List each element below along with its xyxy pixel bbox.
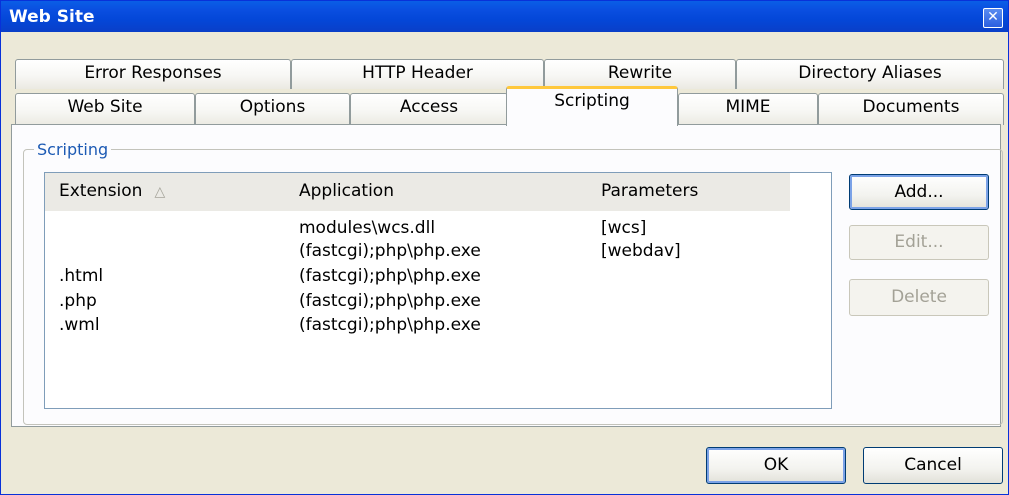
- column-header-extension[interactable]: Extension △: [59, 181, 165, 201]
- tab-label: Error Responses: [84, 63, 222, 83]
- list-item[interactable]: modules\wcs.dll [wcs]: [45, 218, 831, 241]
- cell-extension: .wml: [59, 315, 100, 335]
- tab-options[interactable]: Options: [195, 93, 350, 125]
- tab-error-responses[interactable]: Error Responses: [15, 59, 291, 89]
- tab-label: Access: [399, 97, 459, 117]
- tab-http-header[interactable]: HTTP Header: [291, 59, 544, 89]
- tab-label: HTTP Header: [362, 63, 473, 83]
- cell-extension: .html: [59, 266, 104, 286]
- tab-web-site[interactable]: Web Site: [15, 93, 195, 125]
- tab-label: MIME: [725, 97, 771, 117]
- dialog-window: Web Site ✕ Error Responses HTTP Header R…: [0, 0, 1009, 495]
- tab-label: Web Site: [67, 97, 143, 117]
- list-item[interactable]: (fastcgi);php\php.exe [webdav]: [45, 241, 831, 264]
- cancel-button[interactable]: Cancel: [863, 447, 1003, 484]
- tab-label: Options: [239, 97, 306, 117]
- cell-application: modules\wcs.dll: [299, 218, 436, 238]
- scripting-list[interactable]: Extension △ Application Parameters module…: [44, 172, 832, 409]
- close-icon[interactable]: ✕: [983, 8, 1003, 28]
- ok-button[interactable]: OK: [706, 447, 846, 484]
- list-header: Extension △ Application Parameters: [45, 173, 790, 211]
- cell-application: (fastcgi);php\php.exe: [299, 315, 481, 335]
- tab-rewrite[interactable]: Rewrite: [544, 59, 736, 89]
- cell-application: (fastcgi);php\php.exe: [299, 291, 481, 311]
- tab-label: Scripting: [554, 91, 630, 111]
- window-title: Web Site: [9, 7, 95, 27]
- cell-parameters: [wcs]: [601, 218, 647, 238]
- list-item[interactable]: .php (fastcgi);php\php.exe: [45, 291, 831, 314]
- tab-documents[interactable]: Documents: [818, 93, 1004, 125]
- column-label: Extension: [59, 181, 143, 201]
- add-button[interactable]: Add...: [849, 174, 989, 210]
- cell-parameters: [webdav]: [601, 241, 681, 261]
- cell-application: (fastcgi);php\php.exe: [299, 266, 481, 286]
- tab-mime[interactable]: MIME: [678, 93, 818, 125]
- list-item[interactable]: .html (fastcgi);php\php.exe: [45, 266, 831, 289]
- tab-label: Directory Aliases: [798, 63, 942, 83]
- group-label: Scripting: [34, 140, 112, 159]
- delete-button[interactable]: Delete: [849, 279, 989, 316]
- tab-directory-aliases[interactable]: Directory Aliases: [736, 59, 1004, 89]
- cell-application: (fastcgi);php\php.exe: [299, 241, 481, 261]
- column-header-application[interactable]: Application: [299, 181, 394, 201]
- sort-ascending-icon: △: [154, 184, 166, 200]
- tab-scripting[interactable]: Scripting: [506, 86, 678, 126]
- cell-extension: .php: [59, 291, 97, 311]
- list-item[interactable]: .wml (fastcgi);php\php.exe: [45, 315, 831, 338]
- column-header-parameters[interactable]: Parameters: [601, 181, 698, 201]
- title-bar[interactable]: Web Site ✕: [1, 1, 1008, 32]
- edit-button[interactable]: Edit...: [849, 225, 989, 260]
- tab-label: Documents: [862, 97, 960, 117]
- tab-label: Rewrite: [607, 63, 673, 83]
- tab-access[interactable]: Access: [350, 93, 508, 125]
